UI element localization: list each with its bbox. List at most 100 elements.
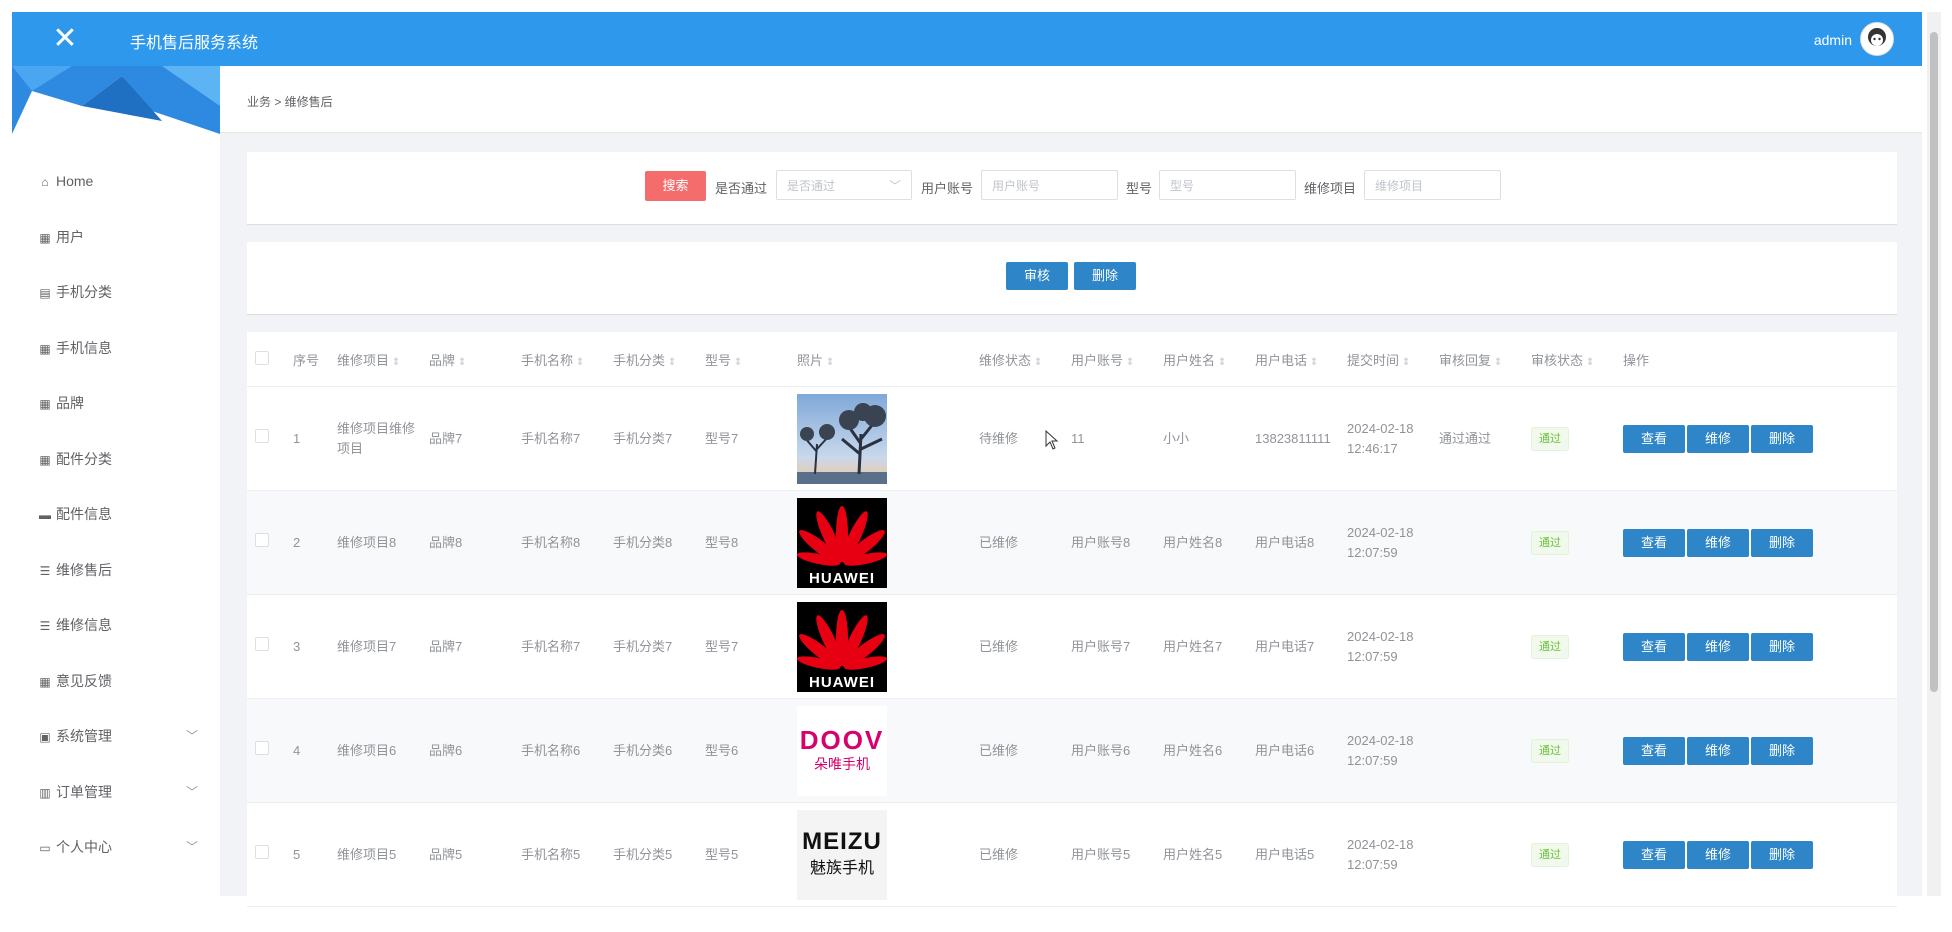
delete-button[interactable]: 删除 — [1751, 632, 1813, 661]
column-header[interactable]: 品牌 ⇕ — [421, 332, 513, 387]
column-header-label: 审核回复 — [1439, 352, 1492, 368]
sort-icon[interactable]: ⇕ — [1034, 357, 1042, 368]
sidebar-item-profile[interactable]: ▭ 个人中心 ﹀ — [12, 820, 220, 876]
sidebar-item-users[interactable]: ▦ 用户 — [12, 210, 220, 266]
grid-icon: ▦ — [39, 230, 51, 245]
column-header-label: 照片 — [797, 352, 824, 368]
username[interactable]: admin — [1814, 32, 1852, 48]
cell-photo: HUAWEI — [789, 490, 971, 595]
delete-button[interactable]: 删除 — [1751, 528, 1813, 557]
column-header[interactable]: 用户姓名 ⇕ — [1155, 332, 1247, 387]
column-header[interactable]: 手机分类 ⇕ — [605, 332, 697, 387]
page-scrollbar[interactable] — [1927, 12, 1941, 896]
top-bar: ✕ 手机售后服务系统 admin — [12, 12, 1922, 66]
column-header[interactable]: 提交时间 ⇕ — [1339, 332, 1431, 387]
sidebar-item-repair-info[interactable]: ☰ 维修信息 — [12, 598, 220, 654]
search-button[interactable]: 搜索 — [645, 171, 706, 201]
cell-submit-time: 2024-02-18 12:07:59 — [1339, 490, 1431, 595]
sidebar-item-feedback[interactable]: ▦ 意见反馈 — [12, 654, 220, 710]
bulk-delete-button[interactable]: 删除 — [1074, 262, 1136, 290]
view-button[interactable]: 查看 — [1623, 424, 1685, 453]
sort-icon[interactable]: ⇕ — [1126, 357, 1134, 368]
column-header: 序号 — [285, 332, 329, 387]
delete-button[interactable]: 删除 — [1751, 424, 1813, 453]
column-header[interactable]: 维修状态 ⇕ — [971, 332, 1063, 387]
sidebar-item-label: Home — [56, 173, 94, 189]
sort-icon[interactable]: ⇕ — [734, 357, 742, 368]
cell-phone-name: 手机名称7 — [513, 386, 605, 491]
account-input[interactable]: 用户账号 — [981, 170, 1118, 200]
sidebar-item-part-info[interactable]: ▬ 配件信息 — [12, 487, 220, 543]
sidebar-item-part-category[interactable]: ▦ 配件分类 — [12, 432, 220, 488]
sort-icon[interactable]: ⇕ — [1310, 357, 1318, 368]
passed-select[interactable]: 是否通过 ﹀ — [776, 170, 912, 200]
sidebar-item-label: 手机分类 — [56, 284, 112, 300]
row-checkbox[interactable] — [255, 740, 269, 755]
sort-icon[interactable]: ⇕ — [392, 357, 400, 368]
column-header[interactable]: 维修项目 ⇕ — [329, 332, 421, 387]
repair-button[interactable]: 维修 — [1687, 840, 1749, 869]
table-row: 4 维修项目6 品牌6 手机名称6 手机分类6 型号6 DOOV 朵唯手机 已维… — [247, 698, 1897, 803]
repair-item-input[interactable]: 维修项目 — [1364, 170, 1501, 200]
sidebar-item-home[interactable]: ⌂ Home — [12, 154, 220, 210]
scrollbar-thumb[interactable] — [1930, 32, 1938, 692]
sidebar-item-phone-info[interactable]: ▦ 手机信息 — [12, 321, 220, 377]
sidebar-item-repair-service[interactable]: ☰ 维修售后 — [12, 543, 220, 599]
cell-actions: 查看 维修 删除 — [1615, 386, 1897, 491]
audit-button[interactable]: 审核 — [1006, 262, 1068, 290]
repair-button[interactable]: 维修 — [1687, 424, 1749, 453]
column-header[interactable]: 照片 ⇕ — [789, 332, 971, 387]
sort-icon[interactable]: ⇕ — [576, 357, 584, 368]
view-button[interactable]: 查看 — [1623, 632, 1685, 661]
column-header-label: 审核状态 — [1531, 352, 1584, 368]
meizu-logo[interactable]: MEIZU 魅族手机 — [797, 809, 887, 900]
column-header[interactable]: 用户电话 ⇕ — [1247, 332, 1339, 387]
search-form: 搜索 是否通过 是否通过 ﹀ 用户账号 用户账号 型号 型号 维修项目 维修项目 — [247, 152, 1897, 225]
sidebar-item-phone-category[interactable]: ▤ 手机分类 — [12, 265, 220, 321]
sort-icon[interactable]: ⇕ — [1494, 357, 1502, 368]
mouse-cursor-icon — [1045, 429, 1059, 455]
tree-photo[interactable] — [797, 393, 887, 484]
column-header[interactable]: 审核回复 ⇕ — [1431, 332, 1523, 387]
model-input[interactable]: 型号 — [1159, 170, 1296, 200]
view-button[interactable]: 查看 — [1623, 736, 1685, 765]
cell-username: 用户姓名7 — [1155, 594, 1247, 699]
view-button[interactable]: 查看 — [1623, 840, 1685, 869]
sort-icon[interactable]: ⇕ — [1218, 357, 1226, 368]
delete-button[interactable]: 删除 — [1751, 840, 1813, 869]
sort-icon[interactable]: ⇕ — [826, 357, 834, 368]
delete-button[interactable]: 删除 — [1751, 736, 1813, 765]
cell-audit-reply: 通过通过 — [1431, 386, 1523, 491]
row-checkbox[interactable] — [255, 428, 269, 443]
sidebar-item-orders[interactable]: ▥ 订单管理 ﹀ — [12, 765, 220, 821]
repair-button[interactable]: 维修 — [1687, 736, 1749, 765]
select-all-checkbox[interactable] — [255, 350, 269, 365]
huawei-logo[interactable]: HUAWEI — [797, 497, 887, 588]
column-header[interactable]: 型号 ⇕ — [697, 332, 789, 387]
chevron-down-icon: ﹀ — [185, 840, 198, 854]
close-icon[interactable]: ✕ — [48, 22, 82, 56]
sidebar-banner — [12, 66, 220, 134]
cell-repair-status: 已维修 — [971, 802, 1063, 907]
column-header[interactable]: 用户账号 ⇕ — [1063, 332, 1155, 387]
row-checkbox[interactable] — [255, 636, 269, 651]
sort-icon[interactable]: ⇕ — [1586, 357, 1594, 368]
cell-brand: 品牌8 — [421, 490, 513, 595]
sidebar-item-system[interactable]: ▣ 系统管理 ﹀ — [12, 709, 220, 765]
column-header[interactable]: 手机名称 ⇕ — [513, 332, 605, 387]
repair-button[interactable]: 维修 — [1687, 632, 1749, 661]
cell-actions: 查看 维修 删除 — [1615, 802, 1897, 907]
sidebar-item-brand[interactable]: ▦ 品牌 — [12, 376, 220, 432]
doov-logo[interactable]: DOOV 朵唯手机 — [797, 705, 887, 796]
row-checkbox[interactable] — [255, 844, 269, 859]
sort-icon[interactable]: ⇕ — [458, 357, 466, 368]
sort-icon[interactable]: ⇕ — [668, 357, 676, 368]
row-checkbox[interactable] — [255, 532, 269, 547]
repair-button[interactable]: 维修 — [1687, 528, 1749, 557]
column-header[interactable]: 审核状态 ⇕ — [1523, 332, 1615, 387]
cell-repair-item: 维修项目5 — [329, 802, 421, 907]
sort-icon[interactable]: ⇕ — [1402, 357, 1410, 368]
view-button[interactable]: 查看 — [1623, 528, 1685, 557]
avatar[interactable] — [1860, 22, 1894, 56]
huawei-logo[interactable]: HUAWEI — [797, 601, 887, 692]
